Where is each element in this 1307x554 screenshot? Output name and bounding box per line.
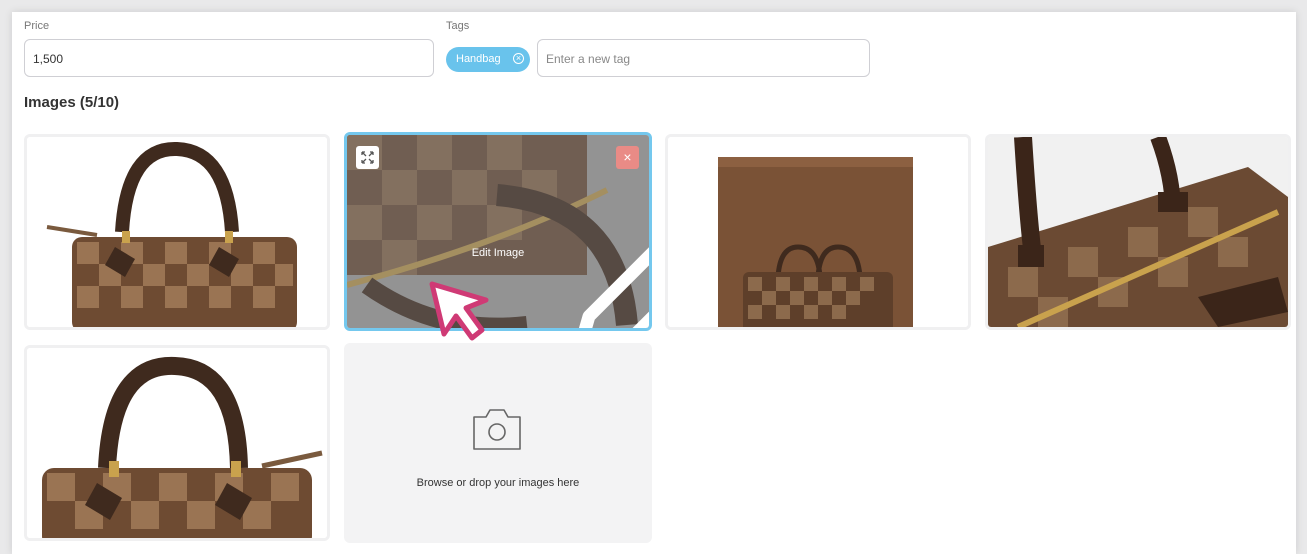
bag-top-closeup-image	[988, 137, 1288, 327]
bag-front-closeup-image	[27, 348, 327, 538]
images-heading: Images (5/10)	[24, 94, 120, 111]
image-thumbnail-3[interactable]	[665, 134, 971, 330]
close-icon[interactable]: ×	[616, 146, 639, 169]
tag-input[interactable]: Enter a new tag	[537, 39, 870, 77]
bag-with-box-image	[668, 137, 968, 327]
remove-tag-icon[interactable]: ×	[513, 53, 524, 64]
tags-label: Tags	[446, 20, 470, 32]
price-input[interactable]: 1,500	[24, 39, 434, 77]
dropzone-text: Browse or drop your images here	[416, 477, 580, 489]
image-thumbnail-2[interactable]: Edit Image ×	[344, 132, 652, 331]
tag-chip-handbag[interactable]: Handbag ×	[446, 47, 530, 72]
camera-icon	[473, 409, 521, 450]
image-thumbnail-1[interactable]	[24, 134, 330, 330]
image-thumbnail-4[interactable]	[985, 134, 1291, 330]
cursor-hand-icon	[429, 281, 489, 341]
edit-image-label[interactable]: Edit Image	[347, 247, 649, 259]
bag-front-image	[27, 137, 327, 327]
image-thumbnail-5[interactable]	[24, 345, 330, 541]
image-dropzone[interactable]: Browse or drop your images here	[344, 343, 652, 543]
expand-icon[interactable]	[356, 146, 379, 169]
price-label: Price	[24, 20, 50, 32]
pencil-icon[interactable]	[483, 207, 652, 331]
tag-chip-label: Handbag	[456, 53, 501, 65]
product-form-panel: Price 1,500 Tags Handbag × Enter a new t…	[12, 12, 1296, 554]
